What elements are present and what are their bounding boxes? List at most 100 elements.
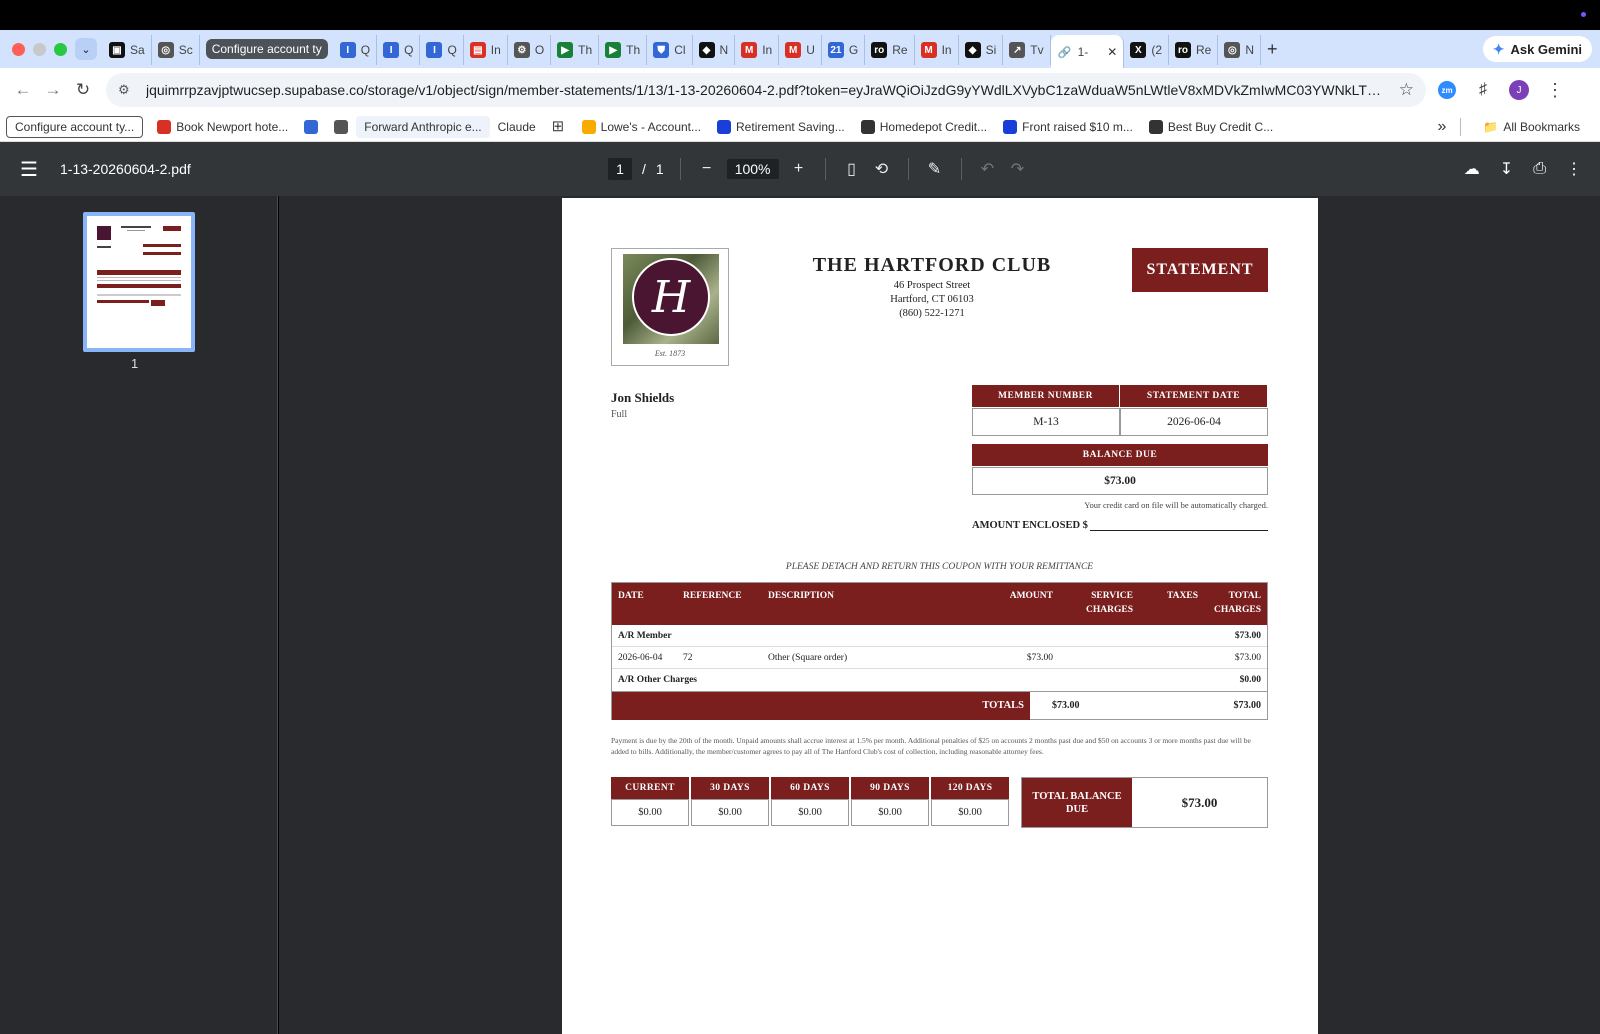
site-info-icon[interactable]: ⚙ [118,82,136,98]
reload-button[interactable]: ↻ [68,80,98,100]
cell-total: $73.00 [1234,652,1261,663]
maximize-window-button[interactable] [54,42,67,56]
zoom-level-input[interactable]: 100% [726,159,779,179]
bookmark-item[interactable] [296,116,326,138]
bookmark-item[interactable]: Configure account ty... [6,115,144,138]
pdf-page: H Est. 1873 THE HARTFORD CLUB 46 Prospec… [562,198,1318,1034]
more-options-icon[interactable]: ⋮ [1566,159,1582,179]
page-thumbnail[interactable] [83,212,195,352]
calendar-icon: 21 [827,42,844,58]
browser-menu-button[interactable]: ⋮ [1540,80,1570,101]
zoom-out-button[interactable]: − [697,160,717,178]
forward-button[interactable]: → [38,80,68,100]
tabs-before: ▣ Sa ◎ Sc Configure account ty I Q I Q I Q ▤ In ⚙ O ▶ Th… [103,33,1051,65]
amount-enclosed: AMOUNT ENCLOSED $ [972,520,1268,531]
bookmark-favicon-icon [157,119,172,134]
url-text: jquimrrpzavjptwucsep.supabase.co/storage… [146,82,1391,98]
bookmark-star-icon[interactable]: ☆ [1399,80,1414,100]
tab-b-9[interactable]: ⛊ Cl [647,35,693,65]
tab-b-5[interactable]: ▤ In [464,35,508,65]
bookmark-item[interactable]: Forward Anthropic e... [356,115,490,138]
minimize-window-button[interactable] [33,42,46,56]
divider [1460,117,1462,136]
club-phone: (860) 522-1271 [899,308,965,319]
print-icon[interactable]: ⎙ [1533,160,1546,178]
tab-label: Th [578,43,593,57]
aging-current-label: CURRENT [611,777,689,799]
close-window-button[interactable] [12,42,25,56]
bookmark-item[interactable]: Claude [490,116,544,138]
bookmark-item[interactable]: Homedepot Credit... [853,116,995,138]
group-total: $0.00 [1239,675,1261,685]
bookmark-item[interactable]: Front raised $10 m... [995,116,1141,138]
tab-a-1[interactable]: ro Re [1169,35,1219,65]
zoom-in-button[interactable]: + [789,160,809,178]
annotate-pen-icon[interactable]: ✎ [925,159,945,179]
club-header: THE HARTFORD CLUB 46 Prospect Street Har… [782,254,1082,319]
tab-b-6[interactable]: ⚙ O [508,35,552,65]
tab-label: G [848,43,859,57]
fit-page-icon[interactable]: ▯ [842,159,862,179]
new-tab-button[interactable]: + [1267,39,1278,60]
spy-icon: ◆ [698,42,715,58]
bookmark-item[interactable] [326,116,356,138]
zoom-extension[interactable]: zm [1432,81,1462,99]
tab-b-8[interactable]: ▶ Th [599,35,648,65]
balance-due-box: BALANCE DUE $73.00 [972,444,1268,495]
bookmark-item[interactable]: ⊞ [544,116,574,138]
save-to-drive-icon[interactable]: ☁ [1464,159,1480,179]
omnibox[interactable]: ⚙ jquimrrpzavjptwucsep.supabase.co/stora… [106,73,1426,107]
tab-b-3[interactable]: IQ [377,35,421,65]
undo-icon[interactable]: ↶ [978,159,998,179]
tab-b-13[interactable]: 21 G [822,35,866,65]
transactions-table: DATE REFERENCE DESCRIPTION AMOUNT SERVIC… [611,582,1268,720]
tab-a-0[interactable]: X (2 [1124,35,1170,65]
bookmark-item[interactable]: Best Buy Credit C... [1141,116,1281,138]
sidebar-menu-icon[interactable]: ☰ [20,157,46,182]
puzzle-icon: ♯ [1479,81,1487,98]
tab-label: Q [404,43,414,57]
extensions-button[interactable]: ♯ [1468,81,1498,99]
pdf-viewer: H Est. 1873 THE HARTFORD CLUB 46 Prospec… [279,196,1600,1034]
aging-summary: CURRENT $0.00 30 DAYS $0.00 60 DAYS $0.00 9… [611,777,1009,826]
gemini-sparkle-icon: ✦ [1492,40,1505,57]
divider [907,158,909,180]
rotate-icon[interactable]: ⟲ [872,159,892,179]
tab-b-16[interactable]: ◆ Si [959,35,1004,65]
tab-b-12[interactable]: MU [779,35,822,65]
tab-b-2[interactable]: IQ [334,35,378,65]
detach-note: PLEASE DETACH AND RETURN THIS COUPON WIT… [785,562,1094,572]
tab-group-label[interactable]: Configure account ty [205,39,328,59]
club-logo: H Est. 1873 [611,248,729,366]
tab-b-10[interactable]: ◆ N [693,35,736,65]
tab-b-0[interactable]: ▣ Sa [103,35,152,65]
pdf-toolbar: ☰ 1-13-20260604-2.pdf 1 / 1 − 100% + ▯ ⟲… [0,142,1600,196]
tab-search-chevron-icon[interactable]: ⌄ [75,38,97,60]
ask-gemini-button[interactable]: ✦ Ask Gemini [1482,36,1592,62]
tab-b-14[interactable]: ro Re [865,35,915,65]
tab-b-4[interactable]: IQ [420,35,464,65]
tab-b-1[interactable]: ◎ Sc [152,35,200,65]
page-number-input[interactable]: 1 [608,158,632,180]
bookmark-item[interactable]: Book Newport hote... [149,116,296,138]
bookmark-favicon-icon [860,119,875,134]
tab-b-15[interactable]: M In [915,35,959,65]
back-button[interactable]: ← [8,80,38,100]
bookmarks-overflow-button[interactable]: » [1437,118,1446,136]
profile-button[interactable]: J [1504,80,1534,100]
all-bookmarks-button[interactable]: 📁 All Bookmarks [1475,116,1588,138]
bookmark-item[interactable]: Lowe's - Account... [574,116,709,138]
tab-active[interactable]: 🔗 1- ✕ [1050,35,1125,69]
bookmark-item[interactable]: Retirement Saving... [709,116,853,138]
tab-a-2[interactable]: ◎ N [1218,35,1262,65]
aging-60-value: $0.00 [771,799,849,826]
tab-b-7[interactable]: ▶ Th [551,35,600,65]
gmail-icon: M [785,42,802,58]
autopay-note: Your credit card on file will be automat… [1084,500,1268,510]
download-icon[interactable]: ↧ [1500,159,1513,179]
redo-icon[interactable]: ↷ [1008,159,1028,179]
close-tab-icon[interactable]: ✕ [1107,45,1117,59]
amount-enclosed-label: AMOUNT ENCLOSED $ [972,520,1088,531]
tab-b-11[interactable]: M In [735,35,780,65]
tab-b-17[interactable]: ↗ Tv [1003,35,1051,65]
